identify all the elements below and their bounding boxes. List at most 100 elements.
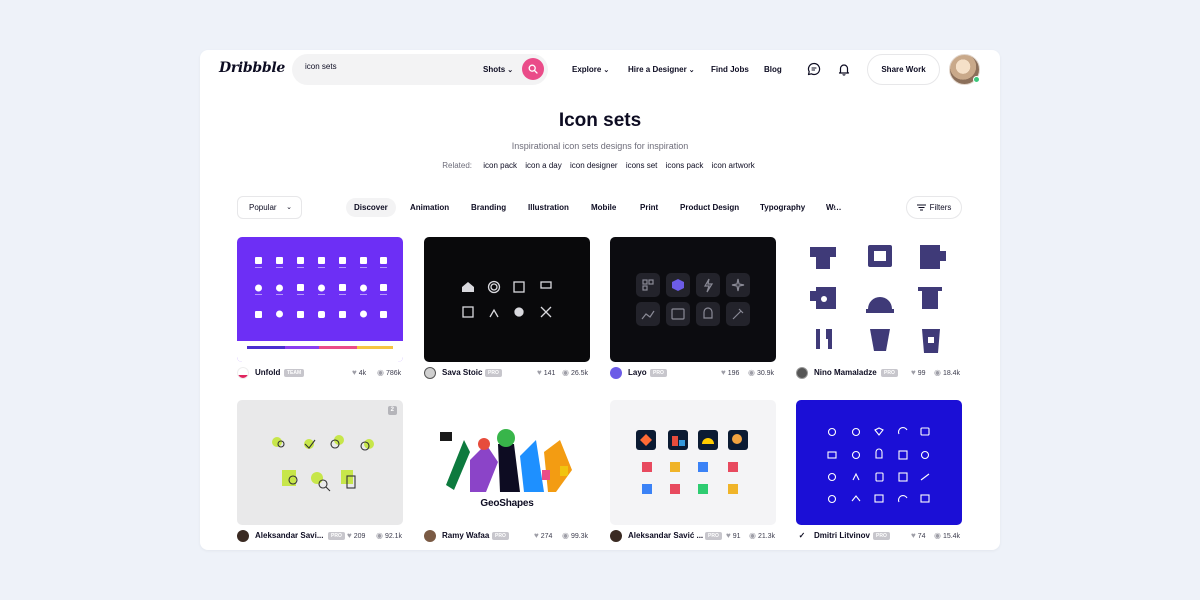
tab-product-design[interactable]: Product Design [672,198,747,217]
messages-icon[interactable] [807,62,821,76]
author-avatar[interactable]: ✓ [796,530,808,542]
heart-icon[interactable]: ♥ [911,368,916,377]
heart-icon[interactable]: ♥ [534,531,539,540]
chevron-down-icon: ⌄ [507,67,514,74]
eye-icon: ◉ [376,531,383,540]
eye-icon: ◉ [562,531,569,540]
pro-badge: PRO [873,532,890,540]
shot-thumbnail[interactable] [424,237,590,362]
author-avatar[interactable] [610,367,622,379]
nav-hire-designer[interactable]: Hire a Designer ⌄ [628,65,695,74]
category-tabs: Discover Animation Branding Illustration… [346,198,843,217]
icon-grid-illustration [462,280,552,318]
dribbble-logo[interactable]: Dribbble [219,60,285,76]
user-avatar[interactable] [949,54,980,85]
icon-grid-illustration [636,430,748,494]
author-avatar[interactable] [424,367,436,379]
nav-blog[interactable]: Blog [764,65,782,74]
likes-count: ♥ 196 [721,368,739,377]
bell-icon[interactable] [837,62,851,76]
pro-badge: PRO [492,532,509,540]
author-name[interactable]: Sava Stoic [442,368,482,377]
tab-discover[interactable]: Discover [346,198,396,217]
filters-button[interactable]: Filters [906,196,962,219]
eye-icon: ◉ [934,531,941,540]
author-name[interactable]: Aleksandar Savić ... [628,531,703,540]
author-name[interactable]: Layo [628,368,647,377]
search-scope-dropdown[interactable]: Shots ⌄ [483,65,513,74]
related-tag[interactable]: icons pack [666,161,704,170]
shot-meta: Aleksandar Savić ... PRO ♥ 91 ◉ 21.3k [610,530,776,542]
heart-icon[interactable]: ♥ [537,368,542,377]
icon-grid-illustration [810,245,946,353]
sort-dropdown[interactable]: Popular ⌄ [237,196,302,219]
author-name[interactable]: Ramy Wafaa [442,531,489,540]
search-input[interactable] [305,62,465,71]
search-icon [528,64,538,74]
shot-meta: Sava Stoic PRO ♥ 141 ◉ 26.5k [424,367,590,379]
nav-explore[interactable]: Explore ⌄ [572,65,609,74]
tab-branding[interactable]: Branding [463,198,514,217]
related-tag[interactable]: icon designer [570,161,618,170]
tab-mobile[interactable]: Mobile [583,198,624,217]
views-count: ◉ 26.5k [562,368,588,377]
related-tag[interactable]: icon a day [525,161,561,170]
tab-typography[interactable]: Typography [752,198,813,217]
team-badge: TEAM [284,369,305,377]
shot-meta: Unfold TEAM ♥ 4k ◉ 786k [237,367,403,379]
views-value: 26.5k [570,370,589,377]
thumb-caption: GeoShapes [480,498,534,509]
heart-icon[interactable]: ♥ [352,368,357,377]
icon-grid-illustration [827,426,930,504]
author-avatar[interactable] [610,530,622,542]
tab-animation[interactable]: Animation [402,198,457,217]
nav-find-jobs[interactable]: Find Jobs [711,65,749,74]
share-work-button[interactable]: Share Work [867,54,940,85]
shot-meta: ✓ Dmitri Litvinov PRO ♥ 74 ◉ 15.4k [796,530,962,542]
eye-icon: ◉ [562,368,569,377]
heart-icon[interactable]: ♥ [347,531,352,540]
shot-thumbnail[interactable] [796,237,962,362]
author-name[interactable]: Dmitri Litvinov [814,531,870,540]
likes-count: ♥ 4k [352,368,366,377]
search-bar: Shots⌄ [292,54,548,85]
views-value: 18.4k [942,370,961,377]
shot-thumbnail[interactable] [237,237,403,362]
views-count: ◉ 21.3k [749,531,775,540]
heart-icon[interactable]: ♥ [721,368,726,377]
pro-badge: PRO [881,369,898,377]
author-name[interactable]: Aleksandar Savi... [255,531,323,540]
author-avatar[interactable] [424,530,436,542]
views-value: 15.4k [942,533,961,540]
tab-more[interactable]: W… [818,198,842,217]
tab-illustration[interactable]: Illustration [520,198,577,217]
author-avatar[interactable] [796,367,808,379]
heart-icon[interactable]: ♥ [726,531,731,540]
shot-thumbnail[interactable] [796,400,962,525]
author-name[interactable]: Unfold [255,368,280,377]
shot-meta: Ramy Wafaa PRO ♥ 274 ◉ 99.3k [424,530,590,542]
author-avatar[interactable] [237,367,249,379]
likes-count: ♥ 74 [911,531,926,540]
online-status-dot [973,76,980,83]
author-name[interactable]: Nino Mamaladze [814,368,877,377]
shot-thumbnail[interactable]: 2 [237,400,403,525]
author-avatar[interactable] [237,530,249,542]
shot-thumbnail[interactable] [610,237,776,362]
related-tag[interactable]: icon artwork [712,161,755,170]
heart-icon[interactable]: ♥ [911,531,916,540]
related-tag[interactable]: icons set [626,161,658,170]
shot-thumbnail[interactable]: GeoShapes [424,400,590,525]
chevron-right-icon[interactable]: › [833,202,836,211]
views-value: 92.1k [384,533,403,540]
related-tag[interactable]: icon pack [483,161,517,170]
shot-thumbnail[interactable] [610,400,776,525]
views-count: ◉ 99.3k [562,531,588,540]
tab-print[interactable]: Print [632,198,666,217]
views-count: ◉ 15.4k [934,531,960,540]
pro-badge: PRO [705,532,722,540]
filters-icon [916,204,926,211]
search-button[interactable] [522,58,544,80]
pro-badge: PRO [485,369,502,377]
views-value: 21.3k [757,533,776,540]
